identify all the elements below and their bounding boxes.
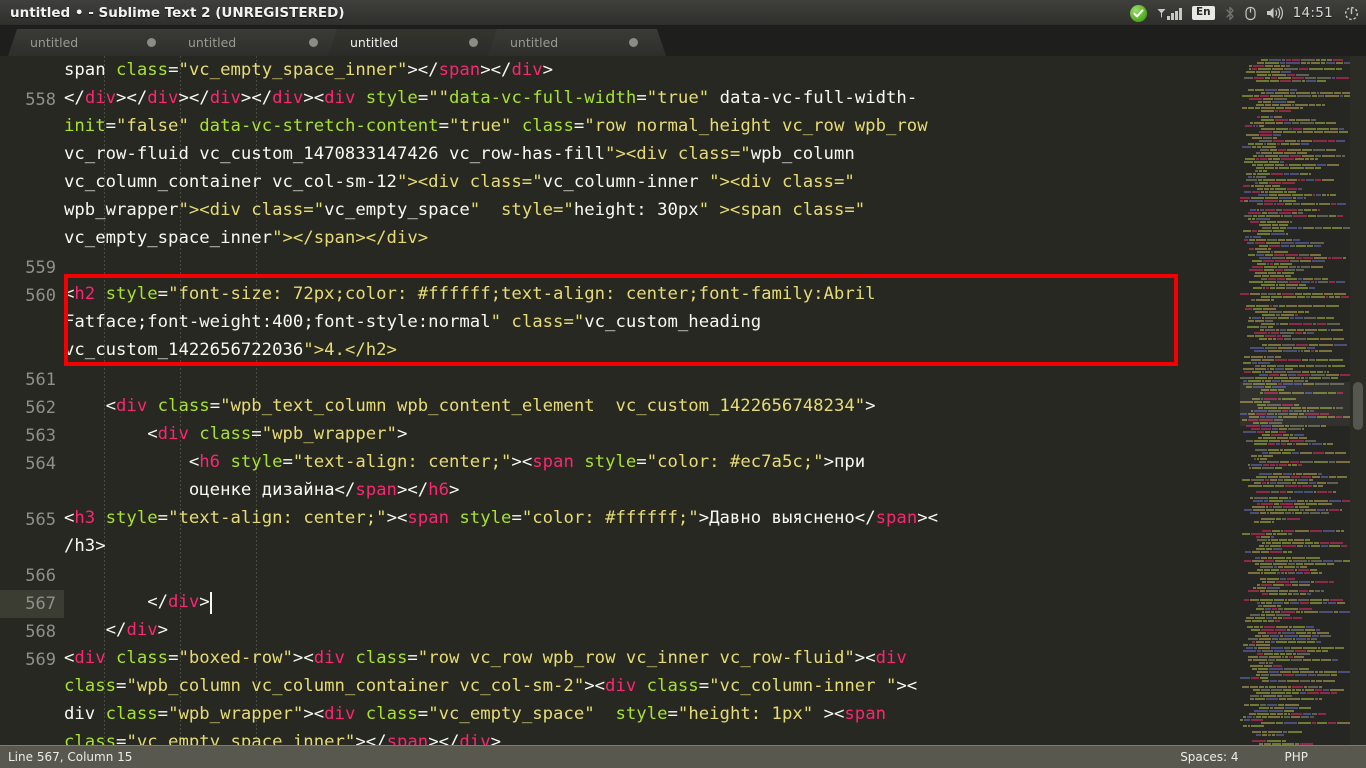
system-tray: En 14:51 bbox=[1130, 0, 1360, 26]
gear-power-icon[interactable] bbox=[1343, 5, 1360, 22]
minimap-line bbox=[1240, 338, 1350, 341]
minimap-line bbox=[1240, 491, 1350, 494]
line-number-blank bbox=[0, 478, 56, 506]
tab-close-dot-icon[interactable] bbox=[309, 38, 318, 47]
vertical-scrollbar[interactable] bbox=[1350, 56, 1366, 745]
window-title: untitled • - Sublime Text 2 (UNREGISTERE… bbox=[10, 4, 345, 21]
code-line[interactable]: class="vc_empty_space_inner"></span></di… bbox=[64, 728, 1250, 745]
line-number-blank bbox=[0, 702, 56, 730]
line-number-562: 562 bbox=[25, 398, 56, 418]
code-line[interactable]: vc_row-fluid vc_custom_1470833147426 vc_… bbox=[64, 140, 1250, 168]
skype-check-icon[interactable] bbox=[1130, 4, 1148, 22]
line-number-568: 568 bbox=[25, 622, 56, 642]
code-editor[interactable]: 558 559 560 561 562 563 564 565 566 567 568 569 spa… bbox=[0, 56, 1366, 745]
code-line[interactable]: class="wpb_column vc_column_container vc… bbox=[64, 672, 1250, 700]
tab-2[interactable]: untitled bbox=[328, 29, 506, 56]
code-line[interactable] bbox=[64, 364, 1250, 392]
code-line[interactable]: <h2 style="font-size: 72px;color: #fffff… bbox=[64, 280, 1250, 308]
code-line[interactable]: wpb_wrapper"><div class="vc_empty_space"… bbox=[64, 196, 1250, 224]
code-line[interactable]: div class="wpb_wrapper"><div class="vc_e… bbox=[64, 700, 1250, 728]
signal-strength-bars bbox=[1167, 7, 1182, 20]
code-line[interactable]: <div class="boxed-row"><div class="row v… bbox=[64, 644, 1250, 672]
text-cursor bbox=[209, 592, 212, 614]
code-line[interactable]: оценке дизайна</span></h6> bbox=[64, 476, 1250, 504]
line-number-blank bbox=[0, 114, 56, 142]
line-number-566: 566 bbox=[25, 566, 56, 586]
line-number-blank bbox=[0, 142, 56, 170]
line-number-563: 563 bbox=[25, 426, 56, 446]
bluetooth-icon[interactable] bbox=[1225, 6, 1235, 21]
minimap-viewport[interactable] bbox=[1240, 382, 1350, 426]
line-number-blank bbox=[0, 170, 56, 198]
line-number-blank bbox=[0, 58, 56, 86]
minimap[interactable] bbox=[1240, 56, 1350, 745]
tray-clock[interactable]: 14:51 bbox=[1293, 5, 1333, 21]
code-line[interactable]: <div class="wpb_wrapper"> bbox=[64, 420, 1250, 448]
line-number-560: 560 bbox=[25, 286, 56, 306]
status-bar: Line 567, Column 15 Spaces: 4 PHP bbox=[0, 745, 1366, 768]
scrollbar-thumb[interactable] bbox=[1353, 382, 1363, 430]
tab-close-dot-icon[interactable] bbox=[629, 38, 638, 47]
line-number-559: 559 bbox=[25, 258, 56, 278]
line-number-564: 564 bbox=[25, 454, 56, 474]
code-line[interactable]: Fatface;font-weight:400;font-style:norma… bbox=[64, 308, 1250, 336]
code-line[interactable]: <div class="wpb_text_column wpb_content_… bbox=[64, 392, 1250, 420]
tab-label: untitled bbox=[188, 35, 237, 50]
line-number-blank bbox=[0, 338, 56, 366]
code-line[interactable]: <h6 style="text-align: center;"><span st… bbox=[64, 448, 1250, 476]
line-number-blank bbox=[0, 310, 56, 338]
code-line[interactable]: vc_empty_space_inner"></span></div> bbox=[64, 224, 1250, 252]
indentation-status[interactable]: Spaces: 4 bbox=[1180, 750, 1238, 764]
line-number-569: 569 bbox=[25, 650, 56, 670]
tab-label: untitled bbox=[510, 35, 559, 50]
line-number-gutter: 558 559 560 561 562 563 564 565 566 567 568 569 bbox=[0, 56, 64, 745]
line-number-blank bbox=[0, 674, 56, 702]
volume-icon[interactable] bbox=[1266, 6, 1283, 20]
signal-bars-icon[interactable] bbox=[1157, 7, 1182, 20]
tab-close-dot-icon[interactable] bbox=[469, 38, 478, 47]
tab-3[interactable]: untitled bbox=[488, 29, 666, 56]
tab-1[interactable]: untitled bbox=[166, 29, 346, 56]
code-line[interactable]: span class="vc_empty_space_inner"></span… bbox=[64, 56, 1250, 84]
tab-label: untitled bbox=[350, 35, 399, 50]
code-line[interactable]: </div> bbox=[64, 588, 1250, 616]
code-line[interactable] bbox=[64, 252, 1250, 280]
line-number-blank bbox=[0, 730, 56, 745]
syntax-mode-status[interactable]: PHP bbox=[1285, 750, 1309, 764]
code-line[interactable]: </div></div></div></div><div style=""dat… bbox=[64, 84, 1250, 112]
code-line[interactable] bbox=[64, 560, 1250, 588]
minimap-line bbox=[1240, 443, 1350, 446]
tab-0[interactable]: untitled bbox=[8, 29, 184, 56]
code-line[interactable]: init="false" data-vc-stretch-content="tr… bbox=[64, 112, 1250, 140]
line-number-565: 565 bbox=[25, 510, 56, 530]
code-content[interactable]: span class="vc_empty_space_inner"></span… bbox=[64, 56, 1250, 745]
line-number-blank bbox=[0, 534, 56, 562]
line-number-567: 567 bbox=[0, 590, 64, 618]
window-title-bar: untitled • - Sublime Text 2 (UNREGISTERE… bbox=[0, 0, 1366, 26]
code-line[interactable]: vc_custom_1422656722036">4.</h2> bbox=[64, 336, 1250, 364]
code-line[interactable]: </div> bbox=[64, 616, 1250, 644]
tab-close-dot-icon[interactable] bbox=[147, 38, 156, 47]
minimap-line bbox=[1240, 203, 1350, 206]
battery-icon[interactable] bbox=[1244, 6, 1256, 21]
clock-label: 14:51 bbox=[1292, 5, 1333, 21]
tab-bar: untitled untitled untitled untitled bbox=[0, 26, 1366, 56]
code-line[interactable]: vc_column_container vc_col-sm-12"><div c… bbox=[64, 168, 1250, 196]
keyboard-layout-indicator[interactable]: En bbox=[1191, 5, 1215, 21]
code-line[interactable]: /h3> bbox=[64, 532, 1250, 560]
tab-label: untitled bbox=[30, 35, 79, 50]
line-number-561: 561 bbox=[25, 370, 56, 390]
code-line[interactable]: <h3 style="text-align: center;"><span st… bbox=[64, 504, 1250, 532]
line-number-blank bbox=[0, 226, 56, 254]
line-number-blank bbox=[0, 198, 56, 226]
line-number-558: 558 bbox=[25, 90, 56, 110]
cursor-position-status[interactable]: Line 567, Column 15 bbox=[8, 750, 132, 764]
keyboard-layout-label: En bbox=[1191, 5, 1215, 21]
minimap-line bbox=[1240, 680, 1350, 683]
